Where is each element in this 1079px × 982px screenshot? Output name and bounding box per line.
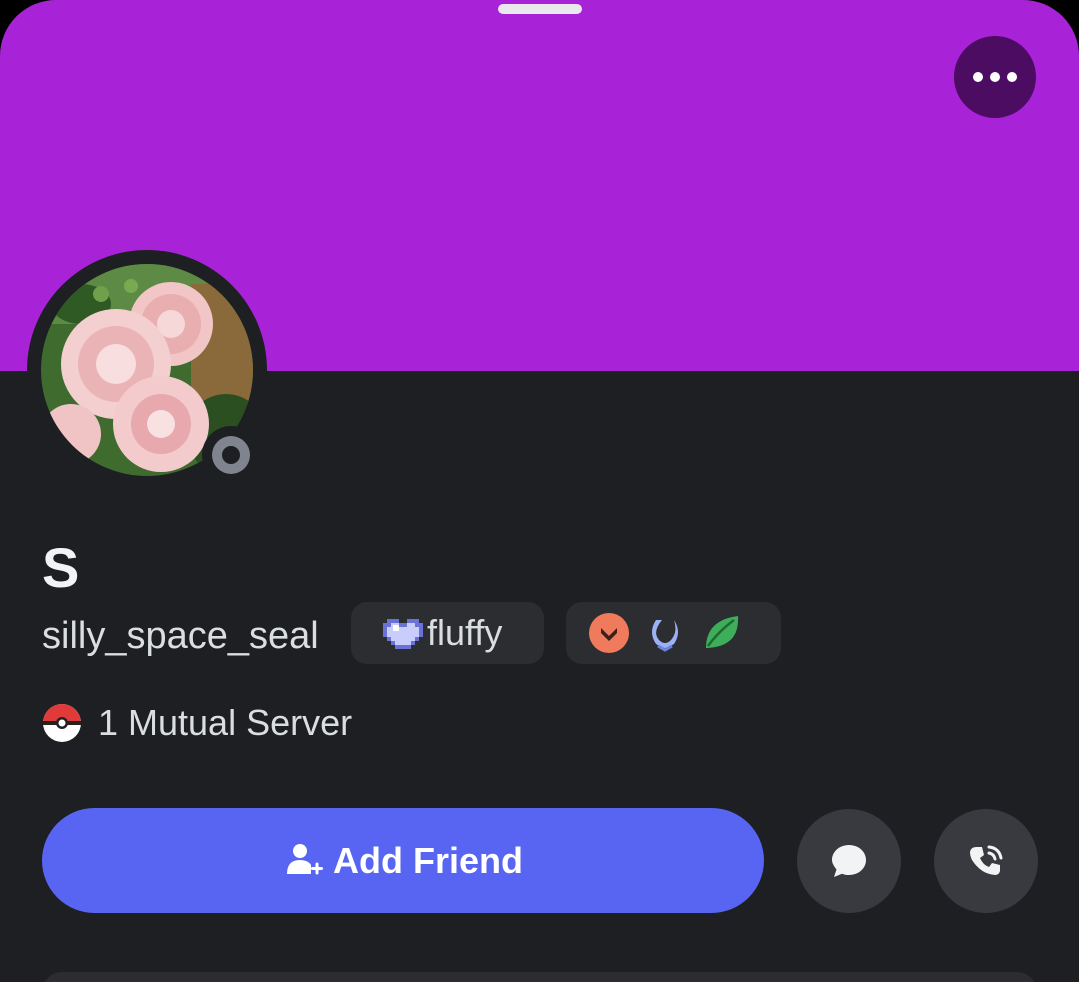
call-button[interactable]: [934, 809, 1038, 913]
message-bubble-icon: [832, 845, 866, 877]
offline-status-icon: [212, 436, 250, 474]
hypesquad-chevron-badge[interactable]: [588, 612, 630, 654]
add-friend-button[interactable]: Add Friend: [42, 808, 764, 913]
profile-sheet: S silly_space_seal fluffy 1 Mutual Serve…: [0, 0, 1079, 982]
more-options-button[interactable]: [954, 36, 1036, 118]
pixel-heart-icon: [383, 619, 423, 649]
drag-handle[interactable]: [498, 4, 582, 14]
server-tag-chip[interactable]: fluffy: [351, 602, 544, 664]
display-name: S: [42, 536, 80, 599]
mutual-servers-row[interactable]: 1 Mutual Server: [42, 700, 352, 746]
username[interactable]: silly_space_seal: [42, 612, 319, 660]
tag-text: fluffy: [427, 612, 503, 653]
mutual-servers-text: 1 Mutual Server: [98, 702, 353, 743]
badges-chip: [566, 602, 781, 664]
pokeball-server-icon: [43, 704, 81, 742]
add-friend-label: Add Friend: [333, 839, 523, 881]
more-dots-icon: [973, 72, 983, 82]
add-friend-icon: [287, 843, 323, 874]
profile-info-card: [42, 972, 1037, 982]
leaf-badge[interactable]: [700, 612, 742, 654]
phone-call-icon: [970, 845, 1003, 875]
message-button[interactable]: [797, 809, 901, 913]
laurel-badge[interactable]: [644, 612, 686, 654]
status-hole: [222, 446, 240, 464]
more-dot: [1007, 72, 1017, 82]
more-dot: [990, 72, 1000, 82]
